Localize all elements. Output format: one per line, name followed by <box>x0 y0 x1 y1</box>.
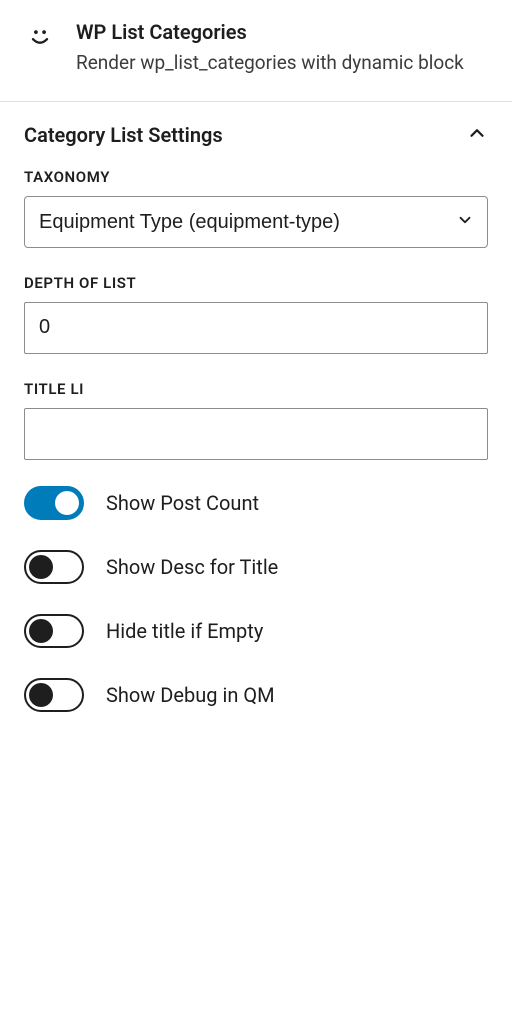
taxonomy-label: TAXONOMY <box>24 168 488 186</box>
title-li-input[interactable] <box>24 408 488 460</box>
show-post-count-label: Show Post Count <box>106 491 259 515</box>
taxonomy-select[interactable]: Equipment Type (equipment-type) <box>24 196 488 248</box>
title-li-field: TITLE LI <box>24 380 488 460</box>
show-debug-in-qm-label: Show Debug in QM <box>106 683 275 707</box>
block-title: WP List Categories <box>76 20 488 44</box>
show-post-count-row: Show Post Count <box>24 486 488 520</box>
show-desc-for-title-row: Show Desc for Title <box>24 550 488 584</box>
show-debug-in-qm-row: Show Debug in QM <box>24 678 488 712</box>
depth-field: DEPTH OF LIST <box>24 274 488 354</box>
chevron-up-icon <box>466 122 488 148</box>
show-desc-for-title-toggle[interactable] <box>24 550 84 584</box>
block-header: WP List Categories Render wp_list_catego… <box>0 0 512 102</box>
depth-input[interactable] <box>24 302 488 354</box>
panel-title: Category List Settings <box>24 123 223 147</box>
smiley-icon <box>24 22 56 54</box>
hide-title-if-empty-toggle[interactable] <box>24 614 84 648</box>
block-description: Render wp_list_categories with dynamic b… <box>76 50 488 77</box>
show-debug-in-qm-toggle[interactable] <box>24 678 84 712</box>
title-li-label: TITLE LI <box>24 380 488 398</box>
hide-title-if-empty-row: Hide title if Empty <box>24 614 488 648</box>
hide-title-if-empty-label: Hide title if Empty <box>106 619 263 643</box>
taxonomy-field: TAXONOMY Equipment Type (equipment-type) <box>24 168 488 248</box>
panel-toggle[interactable]: Category List Settings <box>0 102 512 168</box>
show-post-count-toggle[interactable] <box>24 486 84 520</box>
show-desc-for-title-label: Show Desc for Title <box>106 555 278 579</box>
panel-body: TAXONOMY Equipment Type (equipment-type)… <box>0 168 512 762</box>
depth-label: DEPTH OF LIST <box>24 274 488 292</box>
